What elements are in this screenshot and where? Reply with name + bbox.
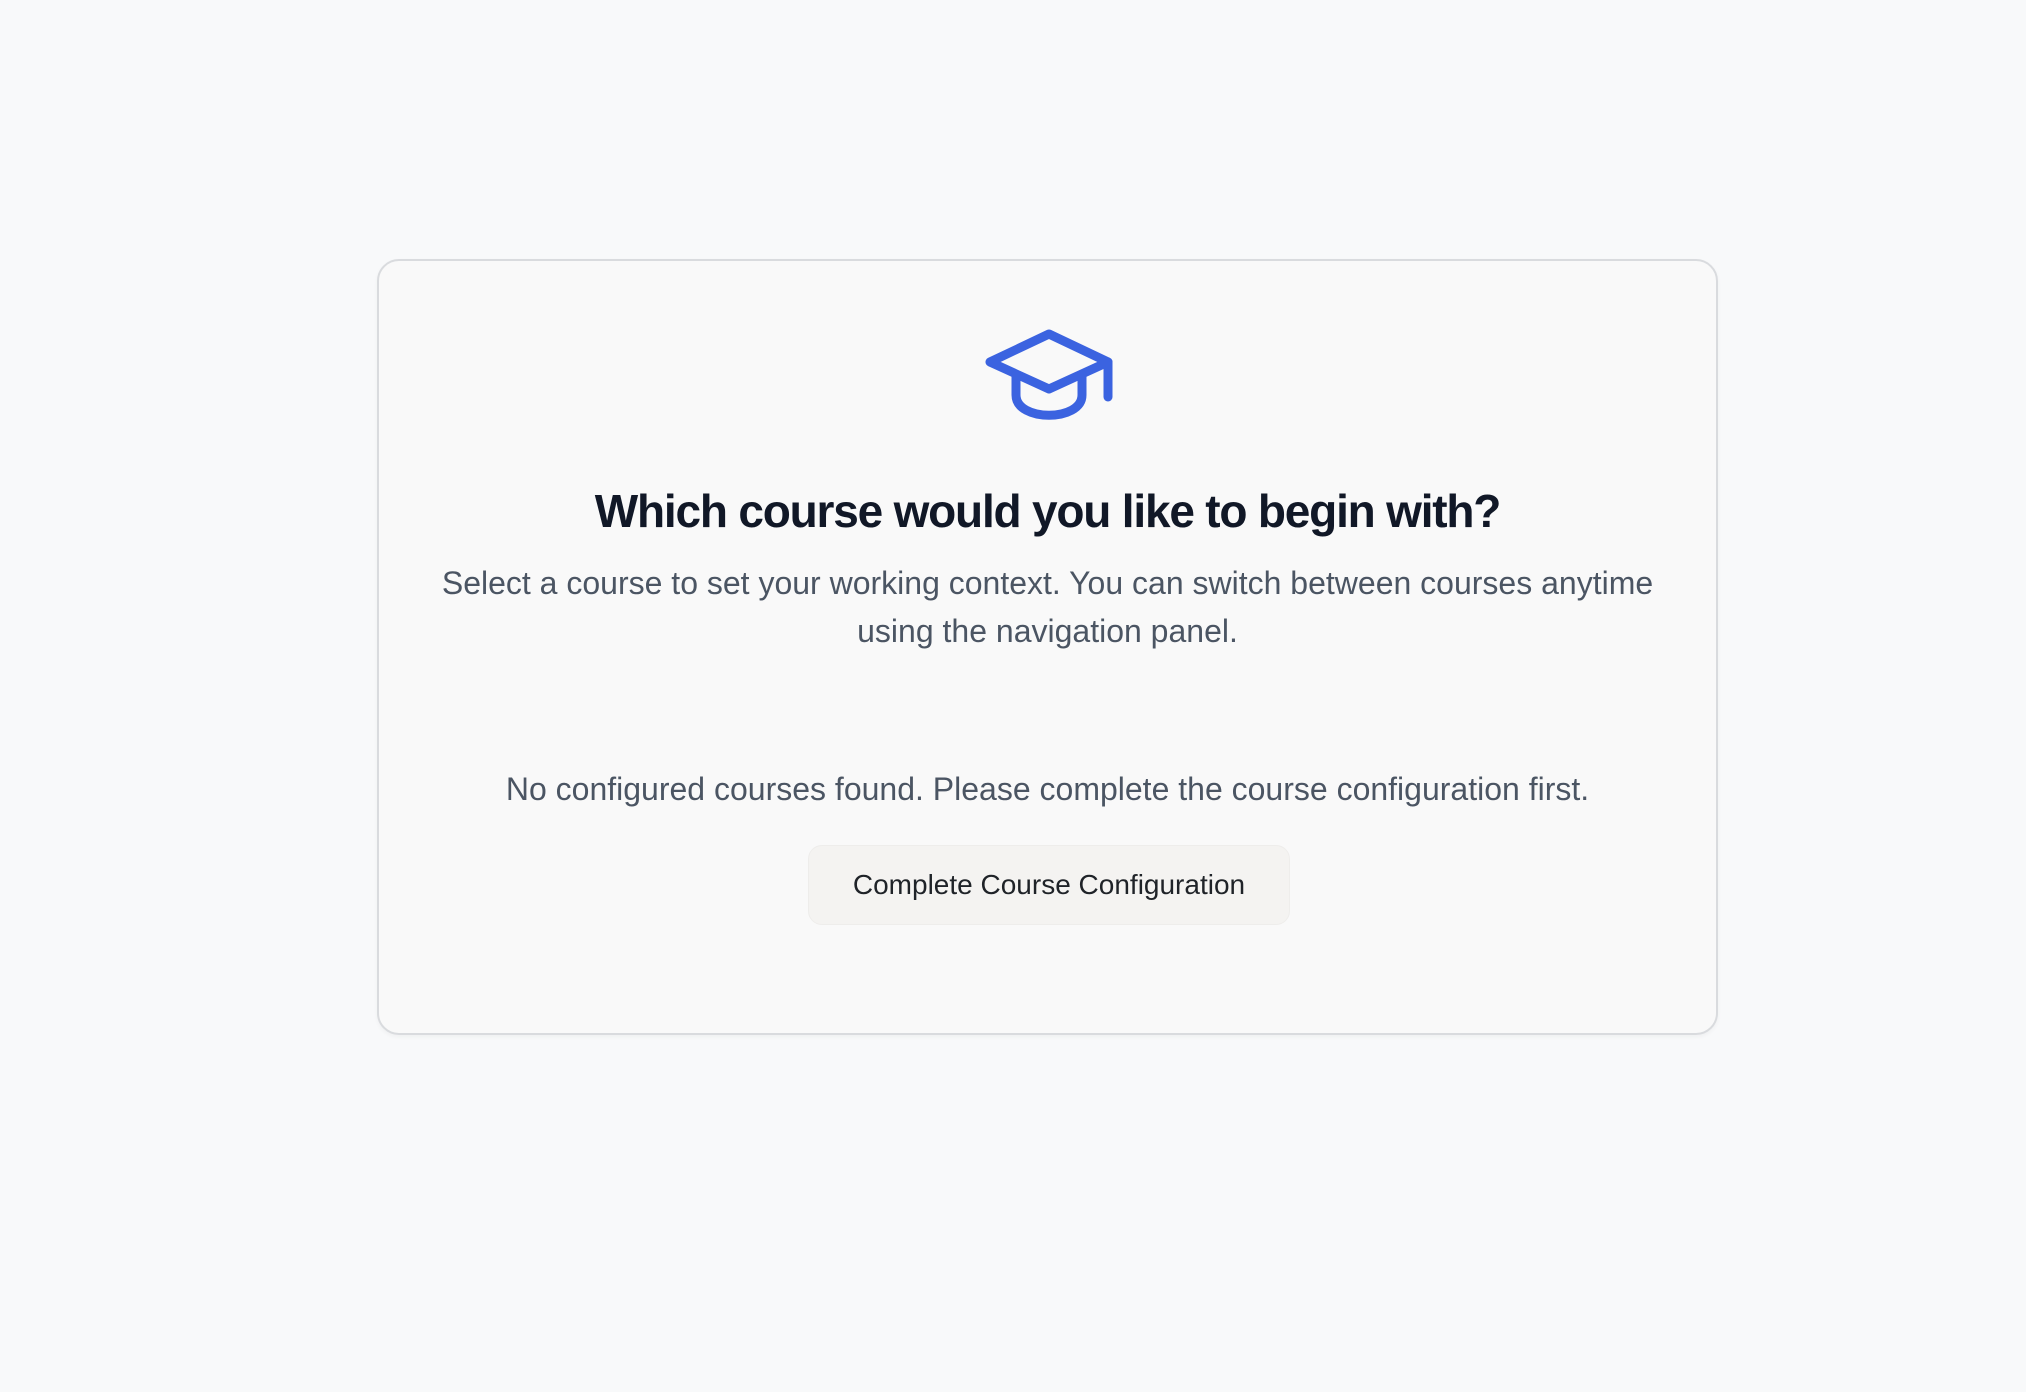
- dialog-subtitle: Select a course to set your working cont…: [441, 565, 1654, 649]
- course-selection-card: Which course would you like to begin wit…: [377, 259, 1718, 1035]
- empty-state-message: No configured courses found. Please comp…: [505, 771, 1590, 807]
- complete-course-configuration-button[interactable]: Complete Course Configuration: [808, 845, 1290, 925]
- graduation-cap-icon: [985, 329, 1113, 420]
- dialog-title: Which course would you like to begin wit…: [594, 485, 1502, 537]
- page: Which course would you like to begin wit…: [0, 0, 2026, 1392]
